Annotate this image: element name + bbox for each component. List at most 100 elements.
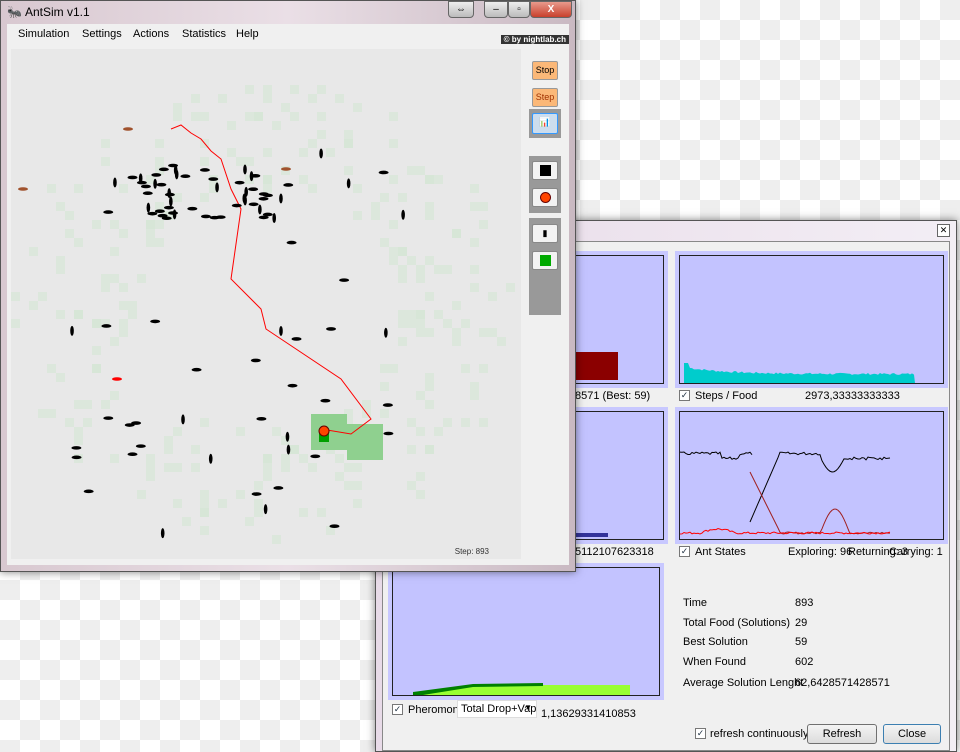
ant-tool-icon[interactable]: ▮ bbox=[532, 224, 558, 243]
menu-settings[interactable]: Settings bbox=[82, 28, 122, 40]
pheromone-cell bbox=[263, 184, 272, 193]
refresh-button[interactable]: Refresh bbox=[807, 724, 877, 744]
ant bbox=[147, 211, 158, 216]
ant bbox=[181, 414, 185, 425]
exploring-line bbox=[679, 451, 753, 460]
pheromone-cell bbox=[119, 301, 128, 310]
pheromone-cell bbox=[335, 454, 344, 463]
ant-states-checkbox[interactable]: ✓ bbox=[679, 546, 690, 557]
pheromone-cell bbox=[425, 400, 434, 409]
pheromone-cell bbox=[461, 319, 470, 328]
pheromone-cell bbox=[191, 94, 200, 103]
ant bbox=[384, 327, 388, 338]
pheromone-cell bbox=[155, 220, 164, 229]
pheromone-cell bbox=[164, 436, 173, 445]
pheromone-cell bbox=[200, 418, 209, 427]
pheromone-cell bbox=[146, 472, 155, 481]
pheromone-cell bbox=[173, 463, 182, 472]
pheromone-cell bbox=[407, 319, 416, 328]
pheromone-cell bbox=[407, 445, 416, 454]
pheromone-cell bbox=[479, 202, 488, 211]
summary-key: Best Solution bbox=[683, 636, 748, 648]
pheromone-cell bbox=[434, 427, 443, 436]
pheromone-cell bbox=[389, 256, 398, 265]
pheromone-cell bbox=[236, 157, 245, 166]
pheromone-cell bbox=[218, 499, 227, 508]
pheromone-cell bbox=[38, 292, 47, 301]
ant bbox=[156, 182, 167, 187]
ant bbox=[329, 524, 340, 529]
ant bbox=[138, 173, 143, 184]
ant bbox=[208, 177, 219, 181]
close-icon[interactable]: ✕ bbox=[937, 224, 950, 237]
steps-food-checkbox[interactable]: ✓ bbox=[679, 390, 690, 401]
pheromone-cell bbox=[452, 301, 461, 310]
ant bbox=[319, 148, 323, 159]
pheromone-cell bbox=[245, 85, 254, 94]
ant bbox=[161, 216, 172, 221]
ant bbox=[401, 209, 405, 220]
ant bbox=[346, 178, 351, 189]
minimize-button[interactable]: – bbox=[484, 1, 508, 18]
pheromone-cell bbox=[110, 220, 119, 229]
pheromone-cell bbox=[416, 328, 425, 337]
pheromone-cell bbox=[74, 427, 83, 436]
menu-actions[interactable]: Actions bbox=[133, 28, 169, 40]
pheromone-cell bbox=[452, 328, 461, 337]
pheromone-cell bbox=[146, 454, 155, 463]
pheromone-select[interactable]: Total Drop+Vap ▼ bbox=[457, 700, 537, 718]
pheromone-cell bbox=[191, 112, 200, 121]
pheromone-cell bbox=[479, 328, 488, 337]
pheromone-checkbox[interactable]: ✓ bbox=[392, 704, 403, 715]
pheromone-cell bbox=[434, 310, 443, 319]
ant bbox=[262, 193, 273, 198]
ant bbox=[174, 169, 179, 180]
ant bbox=[172, 209, 177, 220]
pheromone-cell bbox=[227, 148, 236, 157]
pheromone-cell bbox=[200, 490, 209, 499]
pheromone-cell bbox=[335, 94, 344, 103]
exploring-line bbox=[749, 451, 891, 523]
ant bbox=[199, 168, 210, 172]
close-button[interactable]: Close bbox=[883, 724, 941, 744]
close-window-button[interactable]: X bbox=[530, 1, 572, 18]
refresh-continuously-checkbox[interactable]: ✓ bbox=[695, 728, 706, 739]
pheromone-cell bbox=[254, 481, 263, 490]
pheromone-cell bbox=[308, 139, 317, 148]
pheromone-cell bbox=[92, 346, 101, 355]
pheromone-cell bbox=[425, 382, 434, 391]
stop-button[interactable]: Stop bbox=[532, 61, 558, 80]
ant bbox=[142, 191, 153, 196]
title-bar: 🐜 AntSim v1.1 ⇔ – ▫ X bbox=[1, 1, 575, 23]
resize-icon[interactable]: ⇔ bbox=[448, 1, 474, 18]
simulation-canvas[interactable]: Step: 893 bbox=[11, 49, 521, 559]
pheromone-cell bbox=[425, 328, 434, 337]
pheromone-cell bbox=[263, 94, 272, 103]
ant bbox=[127, 452, 138, 457]
wall-tool-icon[interactable] bbox=[532, 161, 558, 180]
statistics-icon[interactable]: 📊 bbox=[532, 113, 558, 134]
food-tool-icon[interactable] bbox=[532, 188, 558, 207]
menu-simulation[interactable]: Simulation bbox=[18, 28, 69, 40]
ant bbox=[113, 177, 117, 188]
pheromone-cell bbox=[362, 400, 371, 409]
menu-help[interactable]: Help bbox=[236, 28, 259, 40]
summary-value: 59 bbox=[795, 636, 808, 648]
pheromone-cell bbox=[434, 175, 443, 184]
pheromone-cell bbox=[155, 157, 164, 166]
ant bbox=[208, 453, 213, 464]
ant bbox=[124, 423, 135, 427]
ant bbox=[378, 170, 389, 175]
summary-value: 893 bbox=[795, 597, 814, 609]
menu-statistics[interactable]: Statistics bbox=[182, 28, 226, 40]
pheromone-cell bbox=[173, 112, 182, 121]
pheromone-cell bbox=[272, 121, 281, 130]
pheromone-cell bbox=[416, 319, 425, 328]
pheromone-cell bbox=[407, 310, 416, 319]
maximize-button[interactable]: ▫ bbox=[508, 1, 530, 18]
nest-tool-icon[interactable] bbox=[532, 251, 558, 270]
summary-value: 62,6428571428571 bbox=[795, 677, 890, 689]
pheromone-cell bbox=[308, 94, 317, 103]
pheromone-cell bbox=[443, 418, 452, 427]
step-button[interactable]: Step bbox=[532, 88, 558, 107]
